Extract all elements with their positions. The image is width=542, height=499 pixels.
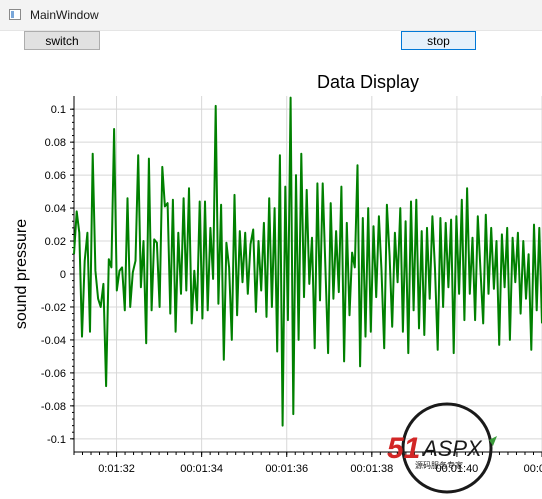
y-tick-label: 0.02 xyxy=(45,236,66,248)
y-tick-label: 0.1 xyxy=(51,104,66,116)
watermark-tagline: 源码服务专家 xyxy=(415,460,463,470)
y-tick-label: -0.1 xyxy=(47,434,66,446)
y-tick-label: 0 xyxy=(60,269,66,281)
series-line xyxy=(73,96,542,427)
y-tick-label: 0.08 xyxy=(45,137,66,149)
y-tick-label: 0.06 xyxy=(45,170,66,182)
y-tick-label: -0.04 xyxy=(41,335,66,347)
x-tick-label: 00:01:4 xyxy=(524,463,542,475)
watermark-logo: 51 ASPX 源码服务专家 xyxy=(387,402,497,494)
y-tick-label: -0.08 xyxy=(41,401,66,413)
chart-series xyxy=(73,96,542,427)
x-tick-label: 00:01:34 xyxy=(180,463,223,475)
watermark-brand-text: ASPX xyxy=(421,436,483,461)
y-tick-label: -0.06 xyxy=(41,368,66,380)
x-tick-label: 0:01:32 xyxy=(98,463,135,475)
y-tick-label: 0.04 xyxy=(45,203,66,215)
y-tick-label: -0.02 xyxy=(41,302,66,314)
x-tick-label: 00:01:36 xyxy=(265,463,308,475)
